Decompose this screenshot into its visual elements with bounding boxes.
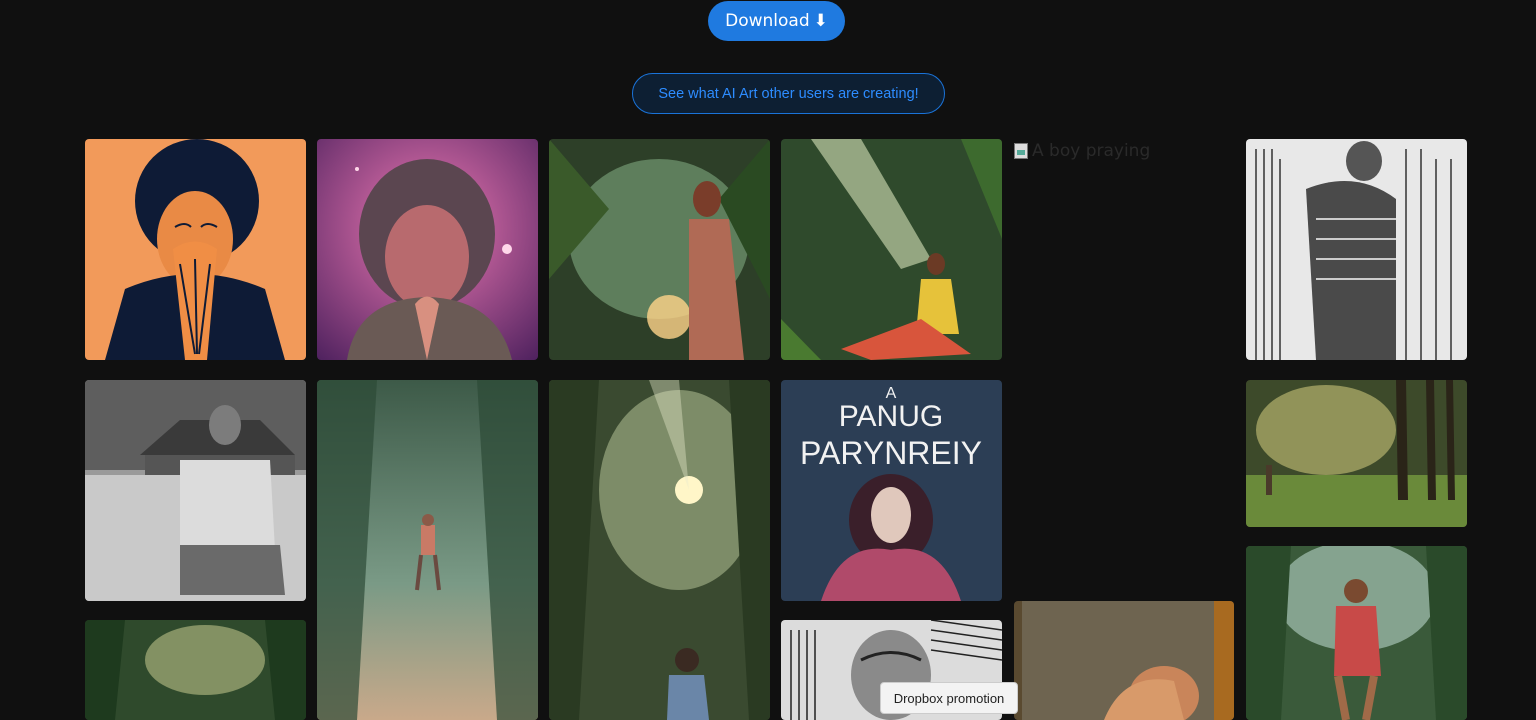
boy-forest-small-image xyxy=(1246,380,1467,527)
gallery-image-4[interactable] xyxy=(781,139,1002,360)
girl-praying-image xyxy=(317,139,538,360)
painting-figure-image xyxy=(1014,601,1234,720)
poster-line-1: PANUG xyxy=(839,400,943,433)
gallery-image-3[interactable] xyxy=(549,139,770,360)
gallery-image-1[interactable] xyxy=(85,139,306,360)
gallery-image-14[interactable] xyxy=(1246,546,1467,720)
download-button[interactable]: Download ⬇ xyxy=(708,1,845,41)
gallery-image-7[interactable] xyxy=(317,380,538,720)
man-kneeling-photo-image xyxy=(85,380,306,601)
poster-line-2: PARYNREIY xyxy=(800,435,982,471)
download-label: Download xyxy=(725,11,810,31)
woman-praying-image xyxy=(85,139,306,360)
broken-image-icon xyxy=(1014,143,1028,159)
download-arrow-icon: ⬇ xyxy=(813,11,828,31)
boy-forest-sunrays-image xyxy=(549,380,770,720)
gallery-image-5[interactable] xyxy=(1246,139,1467,360)
broken-image-alt-text: A boy praying xyxy=(1032,141,1151,161)
gallery-image-8[interactable] xyxy=(549,380,770,720)
gallery-image-13[interactable] xyxy=(1014,601,1234,720)
broken-image-a-boy-praying[interactable]: A boy praying xyxy=(1014,139,1234,163)
gallery-image-6[interactable] xyxy=(85,380,306,601)
see-community-art-button[interactable]: See what AI Art other users are creating… xyxy=(632,73,945,114)
gallery-image-9[interactable]: A PANUG PARYNREIY xyxy=(781,380,1002,601)
person-misty-forest-image xyxy=(317,380,538,720)
gallery-image-11[interactable] xyxy=(85,620,306,720)
gallery-image-2[interactable] xyxy=(317,139,538,360)
poster-woman-hands-face-image: A PANUG PARYNREIY xyxy=(781,380,1002,601)
forest-light-image xyxy=(85,620,306,720)
dropbox-promotion-tooltip: Dropbox promotion xyxy=(880,682,1018,714)
woman-jungle-lightbeam-image xyxy=(781,139,1002,360)
woman-jungle-glow-image xyxy=(549,139,770,360)
engraving-man-door-image xyxy=(1246,139,1467,360)
gallery-image-10[interactable] xyxy=(1246,380,1467,527)
boy-praying-forest-image xyxy=(1246,546,1467,720)
